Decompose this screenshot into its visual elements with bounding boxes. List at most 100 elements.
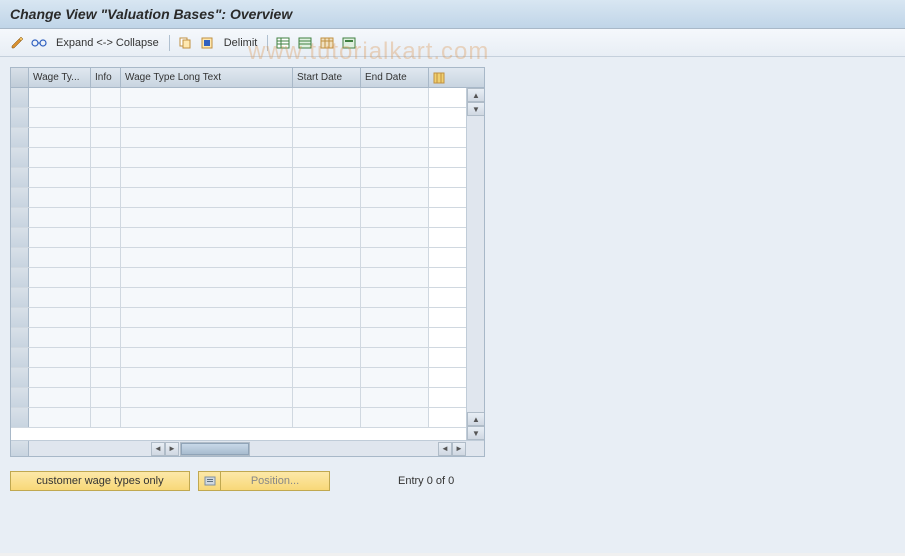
hscroll-track[interactable]	[180, 442, 250, 456]
cell-wage-type[interactable]	[29, 268, 91, 287]
row-selector[interactable]	[11, 228, 29, 247]
hscroll-left-icon-2[interactable]: ◄	[438, 442, 452, 456]
cell-wage-type[interactable]	[29, 388, 91, 407]
cell-wage-type[interactable]	[29, 168, 91, 187]
table-row[interactable]	[11, 368, 466, 388]
cell-start-date[interactable]	[293, 288, 361, 307]
table-row[interactable]	[11, 248, 466, 268]
cell-info[interactable]	[91, 188, 121, 207]
cell-info[interactable]	[91, 348, 121, 367]
table-config-icon[interactable]	[429, 68, 449, 87]
cell-start-date[interactable]	[293, 228, 361, 247]
row-selector[interactable]	[11, 308, 29, 327]
table-row[interactable]	[11, 128, 466, 148]
cell-wage-type[interactable]	[29, 188, 91, 207]
cell-end-date[interactable]	[361, 388, 429, 407]
cell-long-text[interactable]	[121, 228, 293, 247]
cell-info[interactable]	[91, 368, 121, 387]
col-long-text[interactable]: Wage Type Long Text	[121, 68, 293, 87]
cell-info[interactable]	[91, 328, 121, 347]
table-icon-3[interactable]	[318, 34, 336, 52]
cell-wage-type[interactable]	[29, 248, 91, 267]
cell-long-text[interactable]	[121, 208, 293, 227]
cell-end-date[interactable]	[361, 328, 429, 347]
table-row[interactable]	[11, 328, 466, 348]
hscroll-right-icon[interactable]: ►	[165, 442, 179, 456]
cell-end-date[interactable]	[361, 168, 429, 187]
cell-start-date[interactable]	[293, 388, 361, 407]
cell-long-text[interactable]	[121, 288, 293, 307]
scroll-up-icon[interactable]: ▲	[467, 88, 484, 102]
scroll-down-icon[interactable]: ▼	[467, 102, 484, 116]
cell-start-date[interactable]	[293, 248, 361, 267]
row-selector[interactable]	[11, 248, 29, 267]
cell-info[interactable]	[91, 148, 121, 167]
cell-info[interactable]	[91, 88, 121, 107]
scroll-track[interactable]	[467, 116, 484, 412]
customer-wage-types-button[interactable]: customer wage types only	[10, 471, 190, 491]
cell-start-date[interactable]	[293, 188, 361, 207]
cell-start-date[interactable]	[293, 108, 361, 127]
delimit-button[interactable]: Delimit	[220, 37, 262, 49]
cell-long-text[interactable]	[121, 368, 293, 387]
row-selector[interactable]	[11, 148, 29, 167]
cell-end-date[interactable]	[361, 228, 429, 247]
hscroll-right-icon-2[interactable]: ►	[452, 442, 466, 456]
cell-end-date[interactable]	[361, 128, 429, 147]
cell-info[interactable]	[91, 128, 121, 147]
cell-end-date[interactable]	[361, 188, 429, 207]
cell-info[interactable]	[91, 248, 121, 267]
cell-info[interactable]	[91, 388, 121, 407]
col-end-date[interactable]: End Date	[361, 68, 429, 87]
cell-end-date[interactable]	[361, 308, 429, 327]
table-row[interactable]	[11, 308, 466, 328]
col-start-date[interactable]: Start Date	[293, 68, 361, 87]
row-selector[interactable]	[11, 108, 29, 127]
select-all-header[interactable]	[11, 68, 29, 87]
cell-long-text[interactable]	[121, 408, 293, 427]
cell-wage-type[interactable]	[29, 288, 91, 307]
cell-end-date[interactable]	[361, 288, 429, 307]
table-icon-1[interactable]	[274, 34, 292, 52]
cell-end-date[interactable]	[361, 108, 429, 127]
cell-start-date[interactable]	[293, 268, 361, 287]
cell-end-date[interactable]	[361, 408, 429, 427]
row-selector[interactable]	[11, 88, 29, 107]
cell-start-date[interactable]	[293, 328, 361, 347]
cell-wage-type[interactable]	[29, 328, 91, 347]
table-row[interactable]	[11, 208, 466, 228]
row-selector[interactable]	[11, 328, 29, 347]
table-row[interactable]	[11, 88, 466, 108]
col-info[interactable]: Info	[91, 68, 121, 87]
cell-end-date[interactable]	[361, 148, 429, 167]
table-row[interactable]	[11, 408, 466, 428]
table-row[interactable]	[11, 188, 466, 208]
cell-wage-type[interactable]	[29, 208, 91, 227]
row-selector[interactable]	[11, 368, 29, 387]
cell-long-text[interactable]	[121, 248, 293, 267]
cell-info[interactable]	[91, 108, 121, 127]
cell-info[interactable]	[91, 268, 121, 287]
table-row[interactable]	[11, 228, 466, 248]
cell-long-text[interactable]	[121, 128, 293, 147]
cell-long-text[interactable]	[121, 188, 293, 207]
row-selector[interactable]	[11, 128, 29, 147]
scroll-down-icon-2[interactable]: ▼	[467, 426, 484, 440]
cell-end-date[interactable]	[361, 368, 429, 387]
cell-start-date[interactable]	[293, 368, 361, 387]
copy-icon[interactable]	[176, 34, 194, 52]
cell-end-date[interactable]	[361, 268, 429, 287]
row-selector[interactable]	[11, 168, 29, 187]
row-selector[interactable]	[11, 288, 29, 307]
cell-info[interactable]	[91, 168, 121, 187]
cell-long-text[interactable]	[121, 308, 293, 327]
cell-start-date[interactable]	[293, 148, 361, 167]
row-selector[interactable]	[11, 188, 29, 207]
glasses-icon[interactable]	[30, 34, 48, 52]
cell-wage-type[interactable]	[29, 308, 91, 327]
cell-long-text[interactable]	[121, 348, 293, 367]
cell-wage-type[interactable]	[29, 348, 91, 367]
cell-start-date[interactable]	[293, 348, 361, 367]
cell-end-date[interactable]	[361, 88, 429, 107]
cell-wage-type[interactable]	[29, 128, 91, 147]
